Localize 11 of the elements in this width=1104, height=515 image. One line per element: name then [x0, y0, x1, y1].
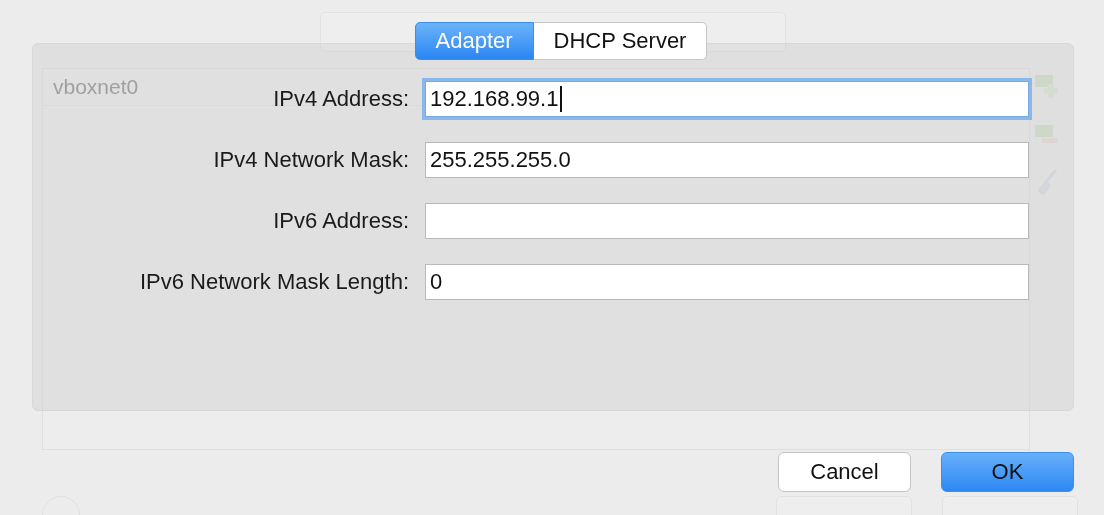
- input-field[interactable]: 192.168.99.1: [425, 81, 1029, 117]
- field-label: IPv4 Network Mask:: [213, 147, 409, 173]
- input-field[interactable]: [425, 203, 1029, 239]
- input-field[interactable]: 255.255.255.0: [425, 142, 1029, 178]
- field-label: IPv4 Address:: [273, 86, 409, 112]
- field-label: IPv6 Address:: [273, 208, 409, 234]
- input-field[interactable]: 0: [425, 264, 1029, 300]
- ok-button[interactable]: OK: [941, 452, 1074, 492]
- field-label: IPv6 Network Mask Length:: [140, 269, 409, 295]
- cancel-button[interactable]: Cancel: [778, 452, 911, 492]
- tab[interactable]: DHCP Server: [533, 22, 708, 60]
